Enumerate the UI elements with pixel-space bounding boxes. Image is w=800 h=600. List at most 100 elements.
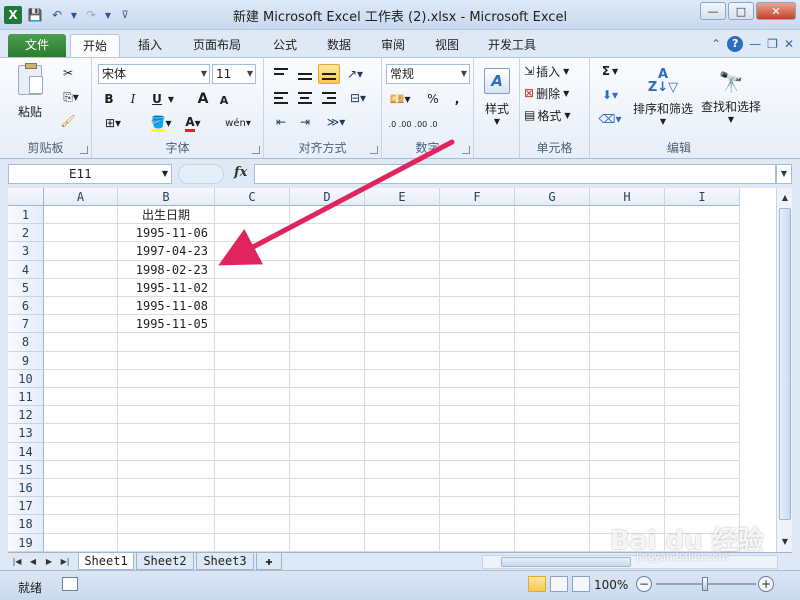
- zoom-slider-thumb[interactable]: [702, 577, 708, 591]
- cell-g16[interactable]: [515, 479, 590, 498]
- prev-sheet-icon[interactable]: ◀: [26, 555, 40, 569]
- cell-b14[interactable]: [118, 442, 215, 461]
- cell-c13[interactable]: [215, 424, 290, 443]
- cell-b11[interactable]: [118, 388, 215, 407]
- cell-i3[interactable]: [665, 242, 740, 261]
- clipboard-launcher-icon[interactable]: [80, 146, 88, 154]
- format-painter-icon[interactable]: 🖌: [58, 112, 78, 130]
- row-header-11[interactable]: 11: [8, 388, 44, 407]
- cell-b3[interactable]: 1997-04-23: [118, 242, 215, 261]
- cell-f19[interactable]: [440, 533, 515, 552]
- fill-color-button[interactable]: 🪣 ▾: [148, 114, 174, 132]
- name-box[interactable]: E11 ▼: [8, 164, 172, 184]
- italic-button[interactable]: I: [124, 90, 142, 108]
- cell-g6[interactable]: [515, 297, 590, 316]
- cell-h7[interactable]: [590, 315, 665, 334]
- row-header-16[interactable]: 16: [8, 479, 44, 498]
- cell-d13[interactable]: [290, 424, 365, 443]
- cell-g1[interactable]: [515, 206, 590, 225]
- cell-b18[interactable]: [118, 515, 215, 534]
- cell-h4[interactable]: [590, 260, 665, 279]
- cell-b19[interactable]: [118, 533, 215, 552]
- cell-e6[interactable]: [365, 297, 440, 316]
- cell-e5[interactable]: [365, 278, 440, 297]
- cell-i12[interactable]: [665, 406, 740, 425]
- increase-indent-button[interactable]: ⇥: [294, 112, 316, 132]
- cell-h15[interactable]: [590, 460, 665, 479]
- cell-g12[interactable]: [515, 406, 590, 425]
- percent-button[interactable]: %: [424, 90, 442, 108]
- cell-h3[interactable]: [590, 242, 665, 261]
- cell-a14[interactable]: [44, 442, 118, 461]
- cell-f10[interactable]: [440, 369, 515, 388]
- cell-d6[interactable]: [290, 297, 365, 316]
- autosum-button[interactable]: Σ ▼: [596, 62, 624, 80]
- insert-cells-button[interactable]: ⇲ 插入 ▼: [524, 62, 586, 80]
- decrease-indent-button[interactable]: ⇤: [270, 112, 292, 132]
- row-header-1[interactable]: 1: [8, 206, 44, 225]
- decrease-decimal-button[interactable]: .00 .0: [414, 114, 438, 134]
- close-button[interactable]: ✕: [756, 2, 796, 20]
- cell-f7[interactable]: [440, 315, 515, 334]
- cell-b4[interactable]: 1998-02-23: [118, 260, 215, 279]
- row-header-12[interactable]: 12: [8, 406, 44, 425]
- cell-a10[interactable]: [44, 369, 118, 388]
- cell-a13[interactable]: [44, 424, 118, 443]
- tab-review[interactable]: 审阅: [370, 34, 416, 57]
- column-header-f[interactable]: F: [440, 188, 515, 206]
- row-header-15[interactable]: 15: [8, 460, 44, 479]
- tab-insert[interactable]: 插入: [126, 34, 174, 57]
- top-align-button[interactable]: [270, 64, 292, 84]
- cell-i9[interactable]: [665, 351, 740, 370]
- cell-g11[interactable]: [515, 388, 590, 407]
- cell-f4[interactable]: [440, 260, 515, 279]
- row-header-14[interactable]: 14: [8, 442, 44, 461]
- cell-d16[interactable]: [290, 479, 365, 498]
- cell-f11[interactable]: [440, 388, 515, 407]
- cell-g13[interactable]: [515, 424, 590, 443]
- cell-d5[interactable]: [290, 278, 365, 297]
- wrap-text-button[interactable]: ≫▾: [322, 112, 350, 132]
- cell-d11[interactable]: [290, 388, 365, 407]
- cell-i11[interactable]: [665, 388, 740, 407]
- cell-i14[interactable]: [665, 442, 740, 461]
- font-color-button[interactable]: A ▾: [180, 114, 206, 132]
- cell-a2[interactable]: [44, 224, 118, 243]
- cell-a17[interactable]: [44, 497, 118, 516]
- column-header-b[interactable]: B: [118, 188, 215, 206]
- cell-b5[interactable]: 1995-11-02: [118, 278, 215, 297]
- formula-input[interactable]: [254, 164, 776, 184]
- cell-b15[interactable]: [118, 460, 215, 479]
- align-right-button[interactable]: [318, 88, 340, 108]
- cell-a19[interactable]: [44, 533, 118, 552]
- row-header-5[interactable]: 5: [8, 278, 44, 297]
- cell-h14[interactable]: [590, 442, 665, 461]
- zoom-level[interactable]: 100%: [594, 578, 628, 592]
- cell-b16[interactable]: [118, 479, 215, 498]
- alignment-launcher-icon[interactable]: [370, 146, 378, 154]
- cell-c15[interactable]: [215, 460, 290, 479]
- cell-a1[interactable]: [44, 206, 118, 225]
- column-header-d[interactable]: D: [290, 188, 365, 206]
- row-header-13[interactable]: 13: [8, 424, 44, 443]
- cell-c19[interactable]: [215, 533, 290, 552]
- tab-home[interactable]: 开始: [70, 34, 120, 57]
- insert-function-icon[interactable]: fx: [234, 165, 247, 180]
- cell-h6[interactable]: [590, 297, 665, 316]
- format-cells-button[interactable]: ▤ 格式 ▼: [524, 106, 586, 124]
- cell-c1[interactable]: [215, 206, 290, 225]
- comma-button[interactable]: ,: [448, 90, 466, 108]
- row-header-4[interactable]: 4: [8, 260, 44, 279]
- cell-a11[interactable]: [44, 388, 118, 407]
- page-layout-view-button[interactable]: [550, 576, 568, 592]
- cell-g8[interactable]: [515, 333, 590, 352]
- cell-i17[interactable]: [665, 497, 740, 516]
- cell-i13[interactable]: [665, 424, 740, 443]
- cell-i10[interactable]: [665, 369, 740, 388]
- scroll-up-icon[interactable]: ▲: [777, 190, 793, 206]
- cell-b12[interactable]: [118, 406, 215, 425]
- cell-e13[interactable]: [365, 424, 440, 443]
- cell-h13[interactable]: [590, 424, 665, 443]
- row-header-7[interactable]: 7: [8, 315, 44, 334]
- cell-f2[interactable]: [440, 224, 515, 243]
